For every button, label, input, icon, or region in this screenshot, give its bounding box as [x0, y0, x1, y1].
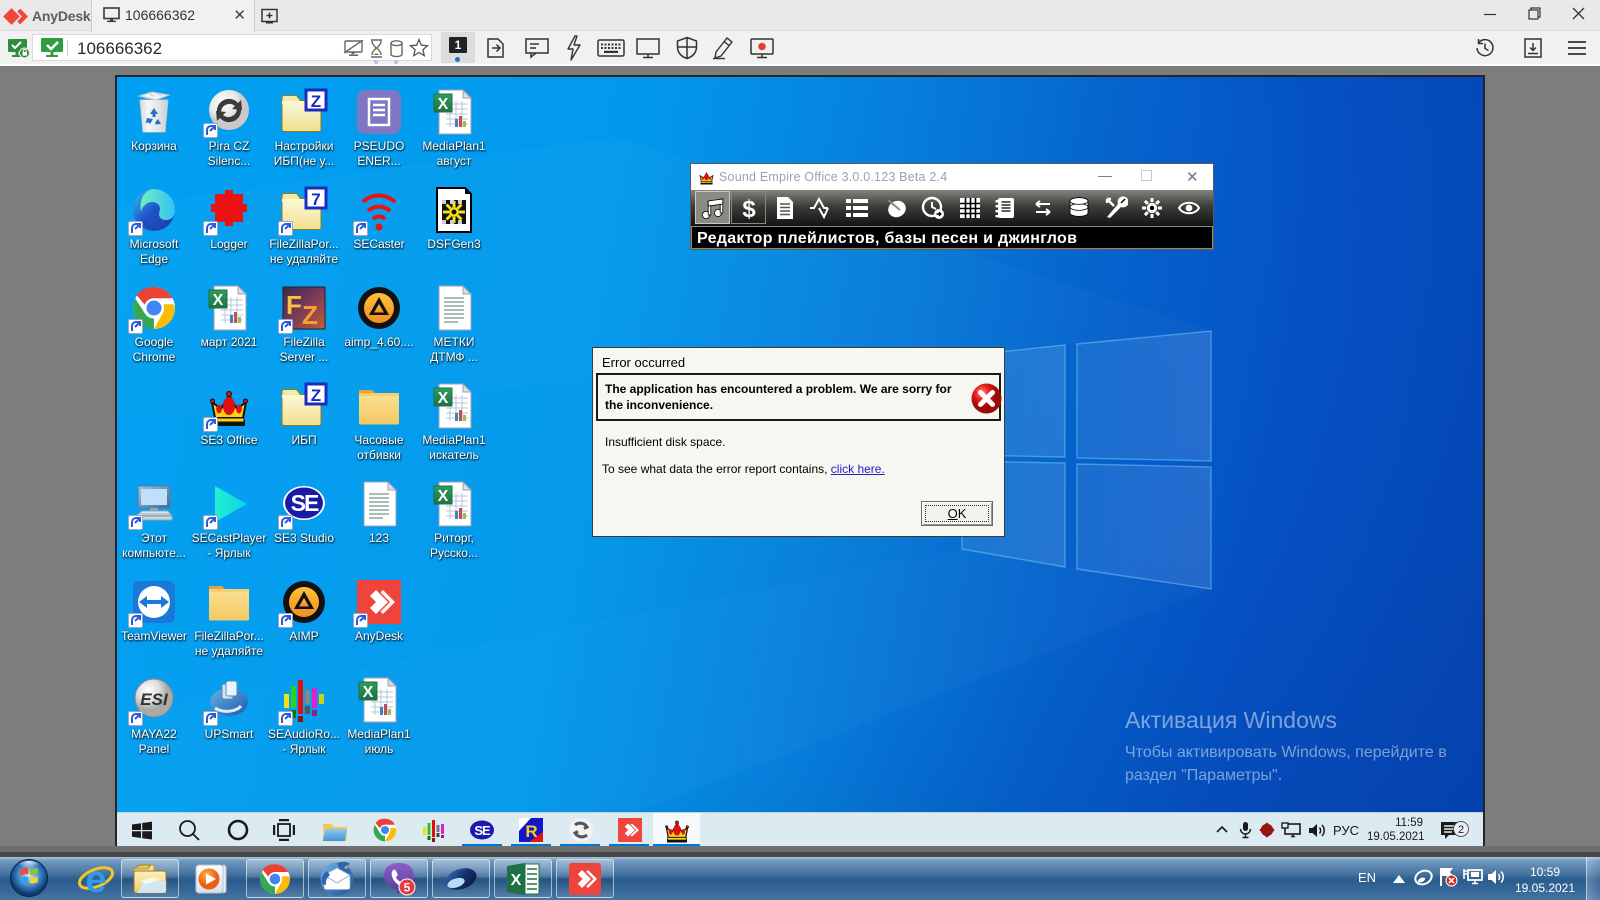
- svg-text:F: F: [286, 290, 302, 320]
- svg-text:Z: Z: [302, 300, 318, 330]
- svg-text:SE: SE: [291, 490, 319, 516]
- svg-text:X: X: [213, 292, 224, 309]
- svg-text:Z: Z: [311, 92, 321, 111]
- svg-text:Z: Z: [311, 386, 321, 405]
- svg-text:7: 7: [311, 190, 320, 209]
- svg-text:SE: SE: [474, 823, 491, 838]
- svg-text:X: X: [438, 96, 449, 113]
- svg-text:X: X: [363, 684, 374, 701]
- svg-text:R: R: [525, 822, 537, 841]
- svg-text:X: X: [438, 390, 449, 407]
- svg-text:$: $: [742, 196, 756, 220]
- svg-text:ESI: ESI: [140, 690, 169, 709]
- svg-text:X: X: [438, 488, 449, 505]
